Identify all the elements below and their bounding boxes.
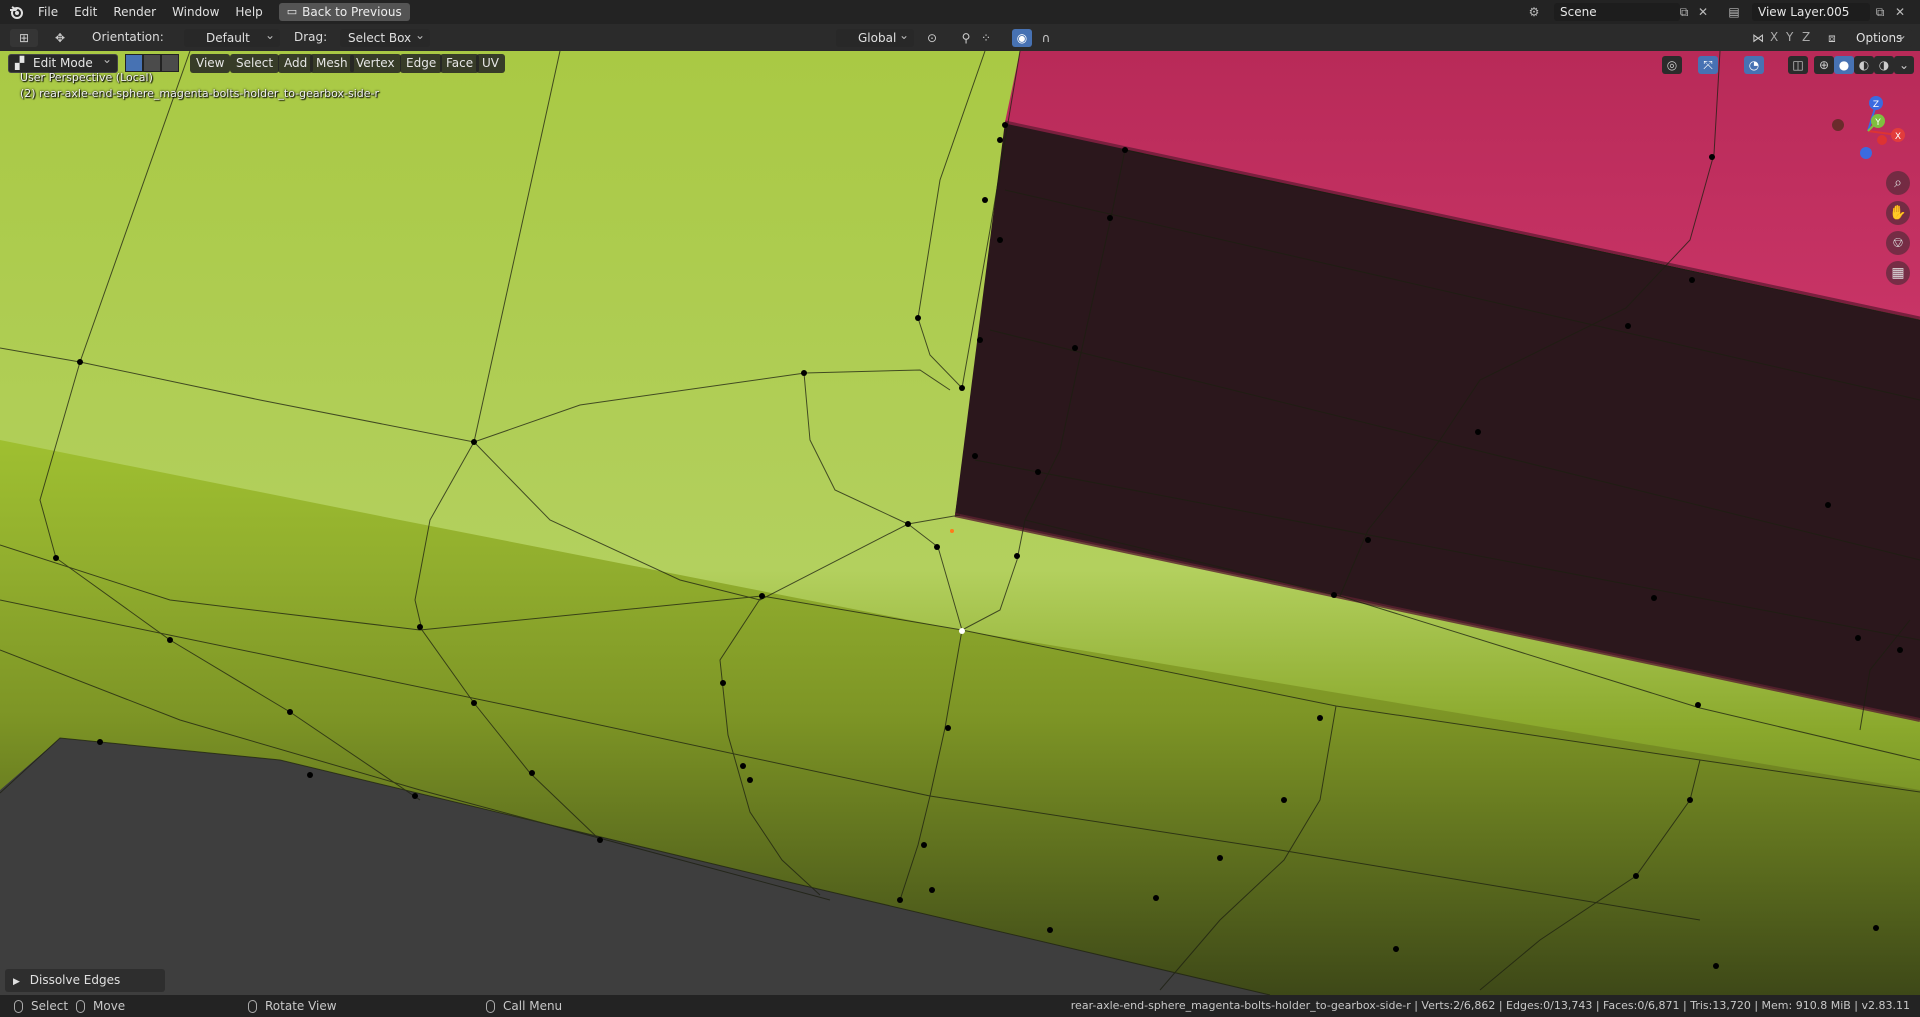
hand-icon[interactable]: ✋ (1886, 201, 1910, 225)
zoom-icon[interactable]: ⌕ (1886, 171, 1910, 195)
pivot-point-icon[interactable]: ⊙ (922, 29, 942, 47)
tool-settings-bar: ⊞ ✥ Orientation: Default Drag: Select Bo… (0, 24, 1920, 51)
back-to-previous-button[interactable]: ▭ Back to Previous (278, 3, 410, 21)
menu-add[interactable]: Add (278, 54, 314, 73)
overlay-toggle-icon[interactable]: ◔ (1744, 56, 1764, 74)
orientation-label: Orientation: (92, 30, 164, 44)
gizmo-y-label: Y (1874, 118, 1881, 128)
edit-mode-icon: ▞ (15, 56, 25, 70)
menu-edge[interactable]: Edge (400, 54, 443, 73)
shading-options-icon[interactable]: ⌄ (1894, 56, 1914, 74)
status-move-label: Move (93, 999, 126, 1013)
screen-icon: ▭ (286, 5, 298, 18)
menu-uv[interactable]: UV (476, 54, 505, 73)
last-operator-panel[interactable]: ▶ Dissolve Edges (5, 969, 165, 992)
menu-vertex[interactable]: Vertex (350, 54, 401, 73)
status-select: Select (14, 995, 68, 1017)
menu-file[interactable]: File (30, 0, 66, 24)
transform-orientation-dropdown[interactable]: Global (836, 26, 914, 47)
gizmo-x-label: X (1895, 132, 1901, 142)
options-label: Options (1856, 31, 1903, 45)
face-select-icon[interactable] (161, 54, 179, 72)
transform-orientation-value: Global (858, 31, 897, 45)
vertex-select-icon[interactable] (125, 54, 143, 72)
drag-dropdown[interactable]: Select Box (340, 26, 430, 47)
status-rotate-label: Rotate View (265, 999, 337, 1013)
expand-arrow-icon: ▶ (13, 977, 20, 987)
mode-label: Edit Mode (33, 56, 93, 70)
move-tool-icon[interactable]: ✥ (50, 29, 70, 47)
menu-view[interactable]: View (190, 54, 231, 73)
new-view-layer-icon[interactable]: ⧉ (1872, 4, 1888, 20)
orientation-dropdown[interactable]: Default (184, 26, 280, 47)
menu-window[interactable]: Window (164, 0, 227, 24)
topology-mirror-icon[interactable]: ⧈ (1822, 29, 1842, 47)
scene-name-field[interactable]: Scene (1554, 3, 1680, 21)
editor-type-icon[interactable]: ⊞ (10, 29, 38, 47)
mesh-render[interactable] (0, 51, 1920, 995)
navigation-gizmo[interactable]: X Z Y (1828, 91, 1908, 171)
status-call-menu-label: Call Menu (503, 999, 563, 1013)
delete-scene-icon[interactable]: ✕ (1695, 4, 1711, 20)
left-mouse-icon (14, 1000, 23, 1013)
gizmo-toggle-icon[interactable]: ⤧ (1698, 56, 1718, 74)
snap-target-icon[interactable]: ⁘ (976, 29, 996, 47)
proportional-edit-icon[interactable]: ◉ (1012, 29, 1032, 47)
right-mouse-icon (486, 1000, 495, 1013)
axis-y-label[interactable]: Y (1786, 28, 1793, 47)
solid-shading-icon[interactable]: ● (1834, 56, 1854, 74)
status-select-label: Select (31, 999, 69, 1013)
axis-x-label[interactable]: X (1770, 28, 1778, 47)
drag-label: Drag: (294, 30, 328, 44)
edge-select-icon[interactable] (143, 54, 161, 72)
menu-mesh[interactable]: Mesh (310, 54, 354, 73)
grid-icon[interactable]: ▦ (1886, 261, 1910, 285)
back-to-previous-label: Back to Previous (302, 5, 402, 19)
perspective-label: User Perspective (Local) (20, 71, 153, 84)
blender-logo-icon[interactable] (8, 4, 24, 20)
material-shading-icon[interactable]: ◐ (1854, 56, 1874, 74)
orientation-value: Default (206, 31, 250, 45)
gizmo-z-label: Z (1873, 100, 1879, 110)
scene-name-label: Scene (1560, 5, 1597, 19)
3d-viewport[interactable]: ▞ Edit Mode View Select Add Mesh Vertex … (0, 51, 1920, 995)
axis-z-label[interactable]: Z (1802, 28, 1810, 47)
scene-statistics: rear-axle-end-sphere_magenta-bolts-holde… (1070, 999, 1910, 1012)
options-dropdown[interactable]: Options (1848, 26, 1912, 47)
delete-view-layer-icon[interactable]: ✕ (1892, 4, 1908, 20)
scene-icon[interactable]: ⚙ (1526, 4, 1542, 20)
menu-edit[interactable]: Edit (66, 0, 105, 24)
menu-face[interactable]: Face (440, 54, 480, 73)
new-scene-icon[interactable]: ⧉ (1676, 4, 1692, 20)
active-object-label: (2) rear-axle-end-sphere_magenta-bolts-h… (20, 87, 380, 100)
last-operator-label: Dissolve Edges (29, 973, 121, 987)
view-layer-field[interactable]: View Layer.005 (1752, 3, 1870, 21)
menu-select[interactable]: Select (230, 54, 280, 73)
viewport-header: ▞ Edit Mode View Select Add Mesh Vertex … (0, 51, 1920, 77)
status-bar: Select Move Rotate View Call Menu rear-a… (0, 995, 1920, 1017)
wireframe-shading-icon[interactable]: ⊕ (1814, 56, 1834, 74)
drag-value: Select Box (348, 31, 412, 45)
middle-mouse-icon (76, 1000, 85, 1013)
rendered-shading-icon[interactable]: ◑ (1874, 56, 1894, 74)
falloff-icon[interactable]: ∩ (1036, 29, 1056, 47)
mirror-icon[interactable]: ⋈ (1748, 29, 1768, 47)
xray-toggle-icon[interactable]: ◫ (1788, 56, 1808, 74)
middle-mouse-rotate-icon (248, 1000, 257, 1013)
snap-toggle-icon[interactable]: ⚲ (956, 29, 976, 47)
menu-help[interactable]: Help (227, 0, 270, 24)
visibility-icon[interactable]: ◎ (1662, 56, 1682, 74)
menu-render[interactable]: Render (105, 0, 164, 24)
view-layer-label: View Layer.005 (1758, 5, 1850, 19)
status-rotate: Rotate View (248, 995, 337, 1017)
status-move: Move (76, 995, 125, 1017)
camera-icon[interactable]: ⎊ (1886, 231, 1910, 255)
status-call-menu: Call Menu (486, 995, 562, 1017)
view-layer-icon[interactable]: ▤ (1726, 4, 1742, 20)
